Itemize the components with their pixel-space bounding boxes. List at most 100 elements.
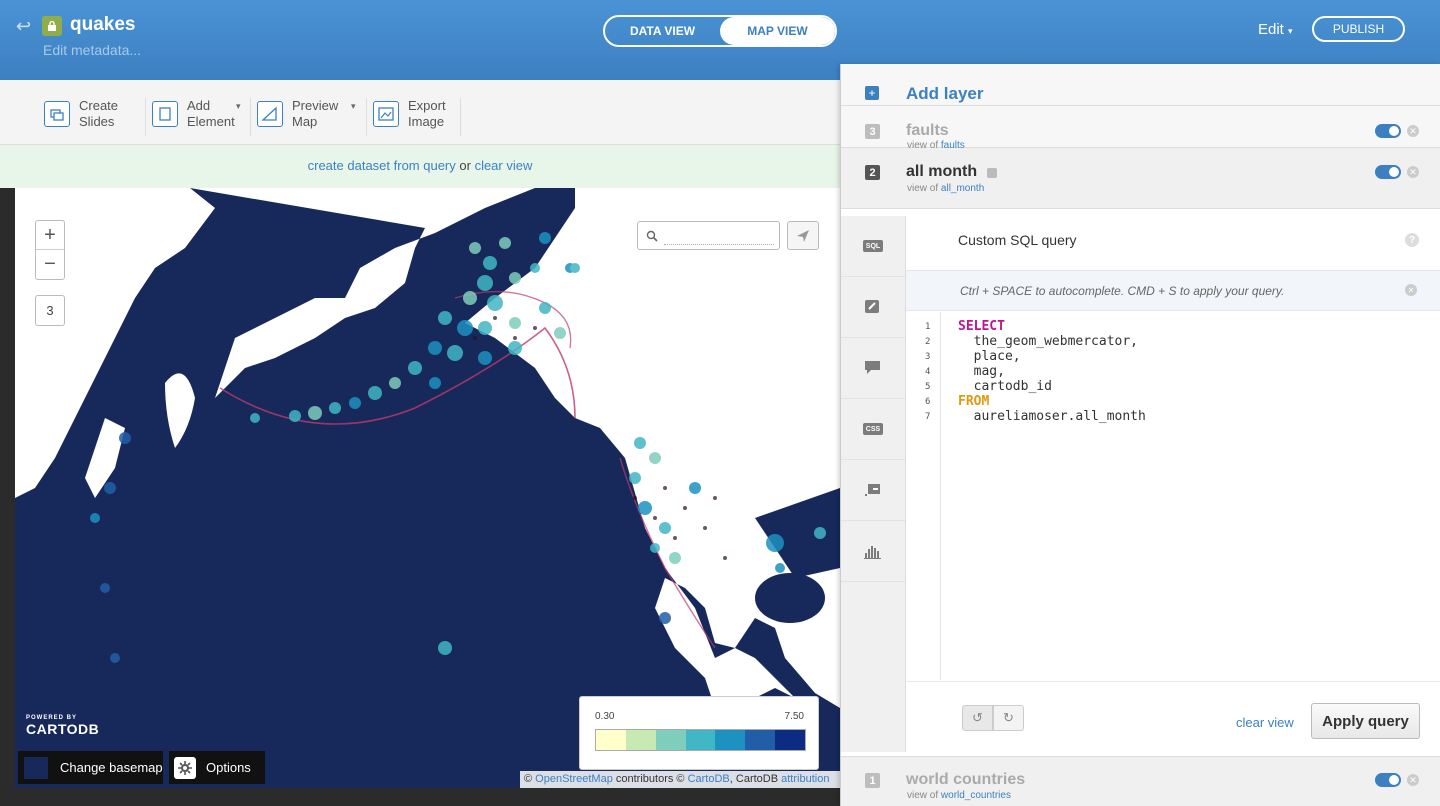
change-basemap-button[interactable]: Change basemap: [18, 751, 163, 784]
editor-hint: Ctrl + SPACE to autocomplete. CMD + S to…: [960, 284, 1285, 298]
add-layer-label: Add layer: [906, 84, 984, 103]
layer-panel: + Add layer 3 faults view of faults ✕ 2 …: [840, 64, 1440, 806]
layer-visibility-toggle[interactable]: [1375, 165, 1401, 179]
help-icon[interactable]: ?: [1405, 233, 1419, 247]
tab-infowindow[interactable]: [841, 338, 905, 399]
legend-swatch: [715, 730, 746, 750]
rss-icon: [987, 168, 997, 178]
toolbar-divider: [460, 98, 461, 136]
gear-icon: [174, 756, 196, 779]
map-view-tab[interactable]: MAP VIEW: [720, 17, 835, 45]
add-element-line1: Add: [187, 98, 211, 113]
legend-min: 0.30: [595, 711, 615, 722]
code-line: the_geom_webmercator,: [958, 334, 1139, 349]
tab-filters[interactable]: [841, 521, 905, 582]
image-icon: [373, 101, 399, 127]
map-attribution: © OpenStreetMap contributors © CartoDB, …: [520, 771, 840, 788]
code-line: place,: [958, 349, 1021, 364]
caret-down-icon: ▾: [236, 101, 241, 111]
tab-wizard[interactable]: [841, 277, 905, 338]
clear-view-link[interactable]: clear view: [1236, 715, 1294, 730]
code-line: SELECT: [958, 319, 1005, 334]
layer-source-link[interactable]: world_countries: [941, 790, 1011, 801]
preview-map-button[interactable]: Preview Map ▾: [257, 97, 356, 131]
close-icon[interactable]: ✕: [1407, 774, 1419, 786]
sql-code-area[interactable]: 1 SELECT 2 the_geom_webmercator, 3 place…: [906, 312, 1440, 680]
layer-name[interactable]: world countries: [906, 771, 1025, 789]
layer-world-countries[interactable]: 1 world countries view of world_countrie…: [841, 756, 1440, 806]
data-view-tab[interactable]: DATA VIEW: [605, 17, 720, 45]
add-element-line2: Element: [187, 114, 235, 129]
slides-icon: [44, 101, 70, 127]
tab-legend[interactable]: [841, 460, 905, 521]
apply-query-button[interactable]: Apply query: [1311, 703, 1420, 739]
close-icon[interactable]: ✕: [1407, 166, 1419, 178]
close-icon[interactable]: ✕: [1407, 125, 1419, 137]
attribution-copy: ©: [524, 773, 536, 785]
preview-icon: [257, 101, 283, 127]
lock-icon[interactable]: [42, 16, 62, 36]
layer-visibility-toggle[interactable]: [1375, 773, 1401, 787]
layer-visibility-toggle[interactable]: [1375, 124, 1401, 138]
undo-button[interactable]: ↺: [962, 705, 993, 731]
close-icon[interactable]: ✕: [1405, 284, 1417, 296]
basemap-swatch: [24, 756, 48, 779]
tab-css[interactable]: CSS: [841, 399, 905, 460]
toolbar-divider: [145, 98, 146, 136]
attribution-mid: contributors ©: [612, 773, 688, 785]
create-slides-line1: Create: [79, 98, 119, 113]
send-arrow-icon: [797, 229, 809, 242]
osm-link[interactable]: OpenStreetMap: [535, 773, 613, 785]
line-number: 1: [925, 322, 931, 332]
map-search-box: [637, 221, 780, 250]
options-label: Options: [206, 760, 251, 775]
view-of-label: view of: [907, 183, 939, 194]
redo-button[interactable]: ↻: [993, 705, 1024, 731]
export-image-line1: Export: [408, 98, 446, 113]
map-title[interactable]: quakes: [70, 14, 135, 36]
color-legend: 0.30 7.50: [579, 696, 819, 770]
editor-title: Custom SQL query: [958, 232, 1077, 248]
map-search-input[interactable]: [664, 228, 774, 245]
add-element-button[interactable]: Add Element ▾: [152, 97, 241, 131]
zoom-in-button[interactable]: +: [36, 221, 64, 250]
layer-all-month[interactable]: 2 all month view of all_month ✕: [841, 148, 1440, 209]
clear-view-link[interactable]: clear view: [475, 158, 533, 173]
back-arrow-icon[interactable]: ↩: [16, 16, 31, 37]
change-basemap-label: Change basemap: [60, 760, 163, 775]
zoom-control: + −: [35, 220, 65, 280]
legend-swatch: [745, 730, 776, 750]
attribution-link[interactable]: attribution: [781, 773, 829, 785]
line-number: 4: [925, 367, 931, 377]
legend-max: 7.50: [784, 711, 804, 722]
zoom-out-button[interactable]: −: [36, 250, 64, 279]
add-layer-row[interactable]: + Add layer: [841, 64, 1440, 106]
layer-name[interactable]: all month: [906, 163, 977, 181]
histogram-icon: [864, 546, 881, 559]
export-image-button[interactable]: Export Image: [373, 97, 446, 131]
layer-source: view of all_month: [907, 183, 984, 194]
toolbar: Create Slides Add Element ▾ Preview Map ▾ E…: [0, 80, 840, 145]
line-number: 2: [925, 337, 931, 347]
create-dataset-link[interactable]: create dataset from query: [308, 158, 456, 173]
preview-map-line1: Preview: [292, 98, 339, 113]
view-toggle: DATA VIEW MAP VIEW: [603, 15, 837, 47]
view-of-label: view of: [907, 790, 939, 801]
layer-name[interactable]: faults: [906, 122, 949, 140]
line-number: 5: [925, 382, 931, 392]
edit-menu[interactable]: Edit ▾: [1258, 21, 1293, 38]
cartodb-link[interactable]: CartoDB: [688, 773, 730, 785]
editor-footer: ↺ ↻ clear view Apply query: [906, 681, 1440, 754]
zoom-level-indicator: 3: [35, 295, 65, 326]
layer-source: view of world_countries: [907, 790, 1011, 801]
layer-faults[interactable]: 3 faults view of faults ✕: [841, 106, 1440, 151]
create-slides-button[interactable]: Create Slides: [44, 97, 118, 131]
tab-sql[interactable]: SQL: [841, 216, 905, 277]
map-canvas[interactable]: + − 3 0.30 7.50 POWERED BY CARTODB Chang…: [15, 188, 840, 788]
edit-metadata-link[interactable]: Edit metadata...: [43, 42, 141, 58]
options-button[interactable]: Options: [169, 751, 265, 784]
layer-source-link[interactable]: all_month: [941, 183, 984, 194]
locate-button[interactable]: [787, 221, 819, 250]
publish-button[interactable]: PUBLISH: [1312, 16, 1405, 42]
attribution-tail: , CartoDB: [729, 773, 782, 785]
